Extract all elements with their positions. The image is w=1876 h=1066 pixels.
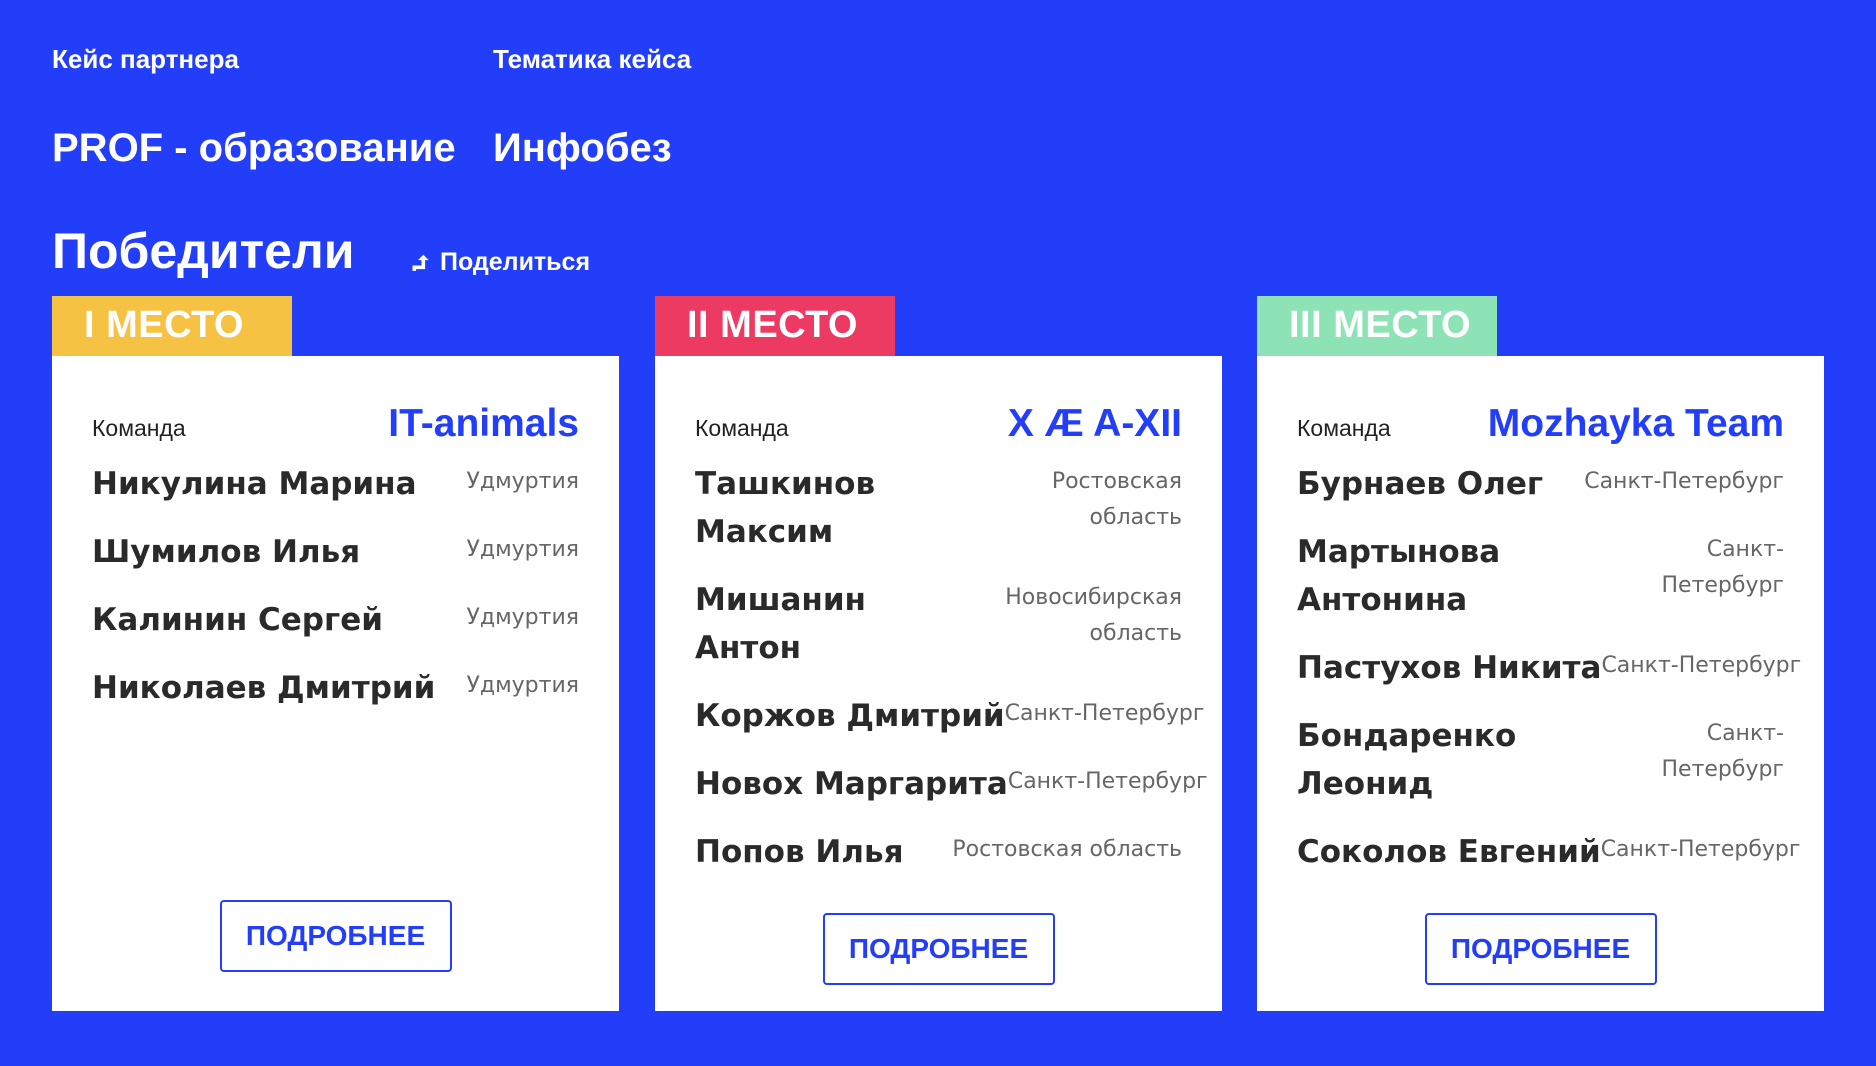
- member-item: Пастухов Никита Санкт-Петербург: [1297, 644, 1801, 692]
- member-region: Санкт-Петербург: [1661, 537, 1784, 598]
- place-3-tab: III МЕСТО: [1257, 296, 1497, 356]
- member-item: Никулина Марина Удмуртия: [92, 460, 579, 508]
- member-item: Калинин Сергей Удмуртия: [92, 596, 579, 644]
- team-label: Команда: [695, 415, 789, 441]
- member-region: Санкт-Петербург: [1004, 701, 1205, 726]
- partner-case-label: Кейс партнера: [52, 44, 239, 74]
- member-region: Ростовская область: [952, 837, 1182, 862]
- team-label: Команда: [1297, 415, 1391, 441]
- partner-case-value: PROF - образование: [52, 126, 456, 170]
- team-label: Команда: [92, 415, 186, 441]
- member-region: Удмуртия: [466, 537, 579, 562]
- member-name: Попов Илья: [695, 834, 904, 870]
- member-name: Пастухов Никита: [1297, 650, 1602, 686]
- member-name: Новох Маргарита: [695, 766, 1008, 802]
- member-name: Бондаренко Леонид: [1297, 718, 1517, 802]
- member-item: Мишанин Антон Новосибирская область: [695, 576, 1182, 672]
- member-name: Калинин Сергей: [92, 602, 383, 638]
- team-name: X Æ A-XII: [1007, 402, 1182, 445]
- member-item: Коржов Дмитрий Санкт-Петербург: [695, 692, 1204, 740]
- member-region: Новосибирская область: [1005, 585, 1182, 646]
- member-region: Удмуртия: [466, 605, 579, 630]
- member-region: Удмуртия: [466, 469, 579, 494]
- share-button[interactable]: Поделиться: [408, 248, 590, 277]
- member-region: Ростовская область: [1051, 469, 1182, 530]
- member-name: Соколов Евгений: [1297, 834, 1601, 870]
- member-item: Ташкинов Максим Ростовская область: [695, 460, 1182, 556]
- member-item: Новох Маргарита Санкт-Петербург: [695, 760, 1208, 808]
- member-region: Санкт-Петербург: [1007, 769, 1208, 794]
- member-list: Бурнаев Олег Санкт-Петербург Мартынова А…: [1297, 460, 1801, 896]
- place-1-card: Команда IT-animals Никулина Марина Удмур…: [52, 356, 619, 1011]
- place-1-tab: I МЕСТО: [52, 296, 292, 356]
- place-2-tab: II МЕСТО: [655, 296, 895, 356]
- member-item: Шумилов Илья Удмуртия: [92, 528, 579, 576]
- member-name: Мишанин Антон: [695, 582, 866, 666]
- member-region: Санкт-Петербург: [1661, 721, 1784, 782]
- member-item: Соколов Евгений Санкт-Петербург: [1297, 828, 1800, 876]
- member-name: Шумилов Илья: [92, 534, 361, 570]
- case-topic-value: Инфобез: [493, 126, 672, 170]
- member-item: Бурнаев Олег Санкт-Петербург: [1297, 460, 1784, 508]
- member-region: Санкт-Петербург: [1601, 653, 1802, 678]
- place-3-card: Команда Mozhayka Team Бурнаев Олег Санкт…: [1257, 356, 1824, 1011]
- team-name: Mozhayka Team: [1487, 402, 1784, 445]
- member-name: Ташкинов Максим: [695, 466, 876, 550]
- share-arrow-icon: [412, 254, 429, 271]
- member-region: Санкт-Петербург: [1600, 837, 1801, 862]
- winners-title: Победители: [52, 223, 355, 279]
- member-list: Ташкинов Максим Ростовская область Мишан…: [695, 460, 1208, 896]
- team-row: Команда IT-animals: [92, 402, 579, 446]
- member-region: Санкт-Петербург: [1584, 469, 1784, 494]
- team-name: IT-animals: [388, 402, 579, 445]
- member-item: Мартынова Антонина Санкт-Петербург: [1297, 528, 1784, 624]
- member-item: Попов Илья Ростовская область: [695, 828, 1182, 876]
- team-row: Команда Mozhayka Team: [1297, 402, 1784, 446]
- member-name: Николаев Дмитрий: [92, 670, 436, 706]
- member-name: Коржов Дмитрий: [695, 698, 1005, 734]
- member-list: Никулина Марина Удмуртия Шумилов Илья Уд…: [92, 460, 579, 732]
- share-label: Поделиться: [440, 248, 591, 276]
- team-row: Команда X Æ A-XII: [695, 402, 1182, 446]
- case-topic-label: Тематика кейса: [493, 44, 692, 74]
- place-2-more-button[interactable]: ПОДРОБНЕЕ: [822, 913, 1055, 985]
- place-2-card: Команда X Æ A-XII Ташкинов Максим Ростов…: [655, 356, 1222, 1011]
- place-1-more-button[interactable]: ПОДРОБНЕЕ: [219, 900, 452, 972]
- member-name: Никулина Марина: [92, 466, 417, 502]
- member-item: Николаев Дмитрий Удмуртия: [92, 664, 579, 712]
- member-region: Удмуртия: [466, 673, 579, 698]
- place-3-more-button[interactable]: ПОДРОБНЕЕ: [1424, 913, 1657, 985]
- member-name: Мартынова Антонина: [1297, 534, 1501, 618]
- member-name: Бурнаев Олег: [1297, 466, 1544, 502]
- member-item: Бондаренко Леонид Санкт-Петербург: [1297, 712, 1784, 808]
